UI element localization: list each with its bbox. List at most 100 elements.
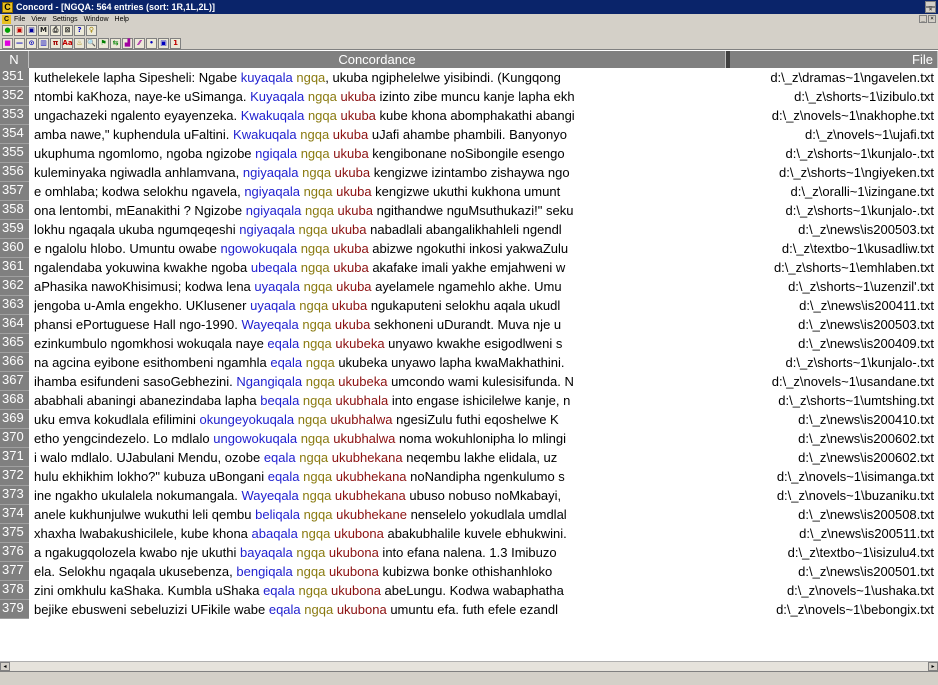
menu-file[interactable]: File <box>14 16 25 23</box>
pi-icon[interactable]: π <box>50 37 61 49</box>
table-row[interactable]: 379 bejike ebusweni sebeluzizi UFikile wa… <box>0 600 938 619</box>
table-row[interactable]: 366 na agcina eyibone esithombeni ngamhla… <box>0 353 938 372</box>
table-row[interactable]: 364 phansi ePortuguese Hall ngo-1990. Wa… <box>0 315 938 334</box>
table-row[interactable]: 362 aPhasika nawoKhisimusi; kodwa lena u… <box>0 277 938 296</box>
table-row[interactable]: 373 ine ngakho ukulalela nokumangala. Way… <box>0 486 938 505</box>
concordance-line[interactable]: kuthelekele lapha Sipesheli: Ngabe kuyaq… <box>34 68 724 87</box>
column-header-concordance[interactable]: Concordance <box>29 51 726 68</box>
chart-icon[interactable]: ▟ <box>122 37 133 49</box>
file-cell[interactable]: d:\_z\novels~1\nakhophe.txt <box>730 106 938 125</box>
file-cell[interactable]: d:\_z\novels~1\buzaniku.txt <box>730 486 938 505</box>
concordance-line[interactable]: na agcina eyibone esithombeni ngamhla eq… <box>34 353 724 372</box>
mail-icon[interactable]: M <box>38 25 49 36</box>
close-button[interactable]: × <box>925 7 936 13</box>
target-icon[interactable]: ⊙ <box>26 37 37 49</box>
file-cell[interactable]: d:\_z\shorts~1\ngiyeken.txt <box>730 163 938 182</box>
tip-icon[interactable]: ♀ <box>86 25 97 36</box>
search-icon[interactable]: 🔍 <box>86 37 97 49</box>
table-row[interactable]: 372 hulu ekhikhim lokho?" kubuza uBongani… <box>0 467 938 486</box>
disk-icon[interactable]: ▣ <box>26 25 37 36</box>
plot-icon[interactable]: ⁄⁄ <box>134 37 145 49</box>
concordance-line[interactable]: a ngakugqolozela kwabo nje ukuthi bayaqa… <box>34 543 724 562</box>
preview-icon[interactable]: ⊠ <box>62 25 73 36</box>
concordance-line[interactable]: i walo mdlalo. UJabulani Mendu, ozobe eq… <box>34 448 724 467</box>
file-cell[interactable]: d:\_z\news\is200409.txt <box>730 334 938 353</box>
scroll-right-icon[interactable]: ▸ <box>928 662 938 671</box>
concordance-line[interactable]: e ngalolu hlobo. Umuntu owabe ngowokuqal… <box>34 239 724 258</box>
table-row[interactable]: 368 ababhali abaningi abanezindaba lapha … <box>0 391 938 410</box>
table-row[interactable]: 365 ezinkumbulo ngomkhosi wokuqala naye e… <box>0 334 938 353</box>
file-cell[interactable]: d:\_z\shorts~1\umtshing.txt <box>730 391 938 410</box>
concordance-line[interactable]: e omhlaba; kodwa selokhu ngavela, ngiyaq… <box>34 182 724 201</box>
menu-window[interactable]: Window <box>84 16 109 23</box>
concordance-line[interactable]: bejike ebusweni sebeluzizi UFikile wabe … <box>34 600 724 619</box>
concordance-line[interactable]: amba nawe," kuphendula uFaltini. Kwakuqa… <box>34 125 724 144</box>
concordance-line[interactable]: phansi ePortuguese Hall ngo-1990. Wayeqa… <box>34 315 724 334</box>
file-cell[interactable]: d:\_z\news\is200411.txt <box>730 296 938 315</box>
concordance-line[interactable]: ngalendaba yokuwina kwakhe ngoba ubeqala… <box>34 258 724 277</box>
table-row[interactable]: 351 kuthelekele lapha Sipesheli: Ngabe ku… <box>0 68 938 87</box>
flag-icon[interactable]: ⚑ <box>98 37 109 49</box>
table-row[interactable]: 354 amba nawe," kuphendula uFaltini. Kwak… <box>0 125 938 144</box>
menu-settings[interactable]: Settings <box>52 16 77 23</box>
dot-icon[interactable]: • <box>146 37 157 49</box>
file-cell[interactable]: d:\_z\news\is200501.txt <box>730 562 938 581</box>
mdi-minimize-button[interactable]: _ <box>919 15 927 23</box>
concordance-line[interactable]: zini omkhulu kaShaka. Kumbla uShaka eqal… <box>34 581 724 600</box>
file-cell[interactable]: d:\_z\novels~1\ujafi.txt <box>730 125 938 144</box>
table-row[interactable]: 374 anele kukhunjulwe wukuthi leli qembu … <box>0 505 938 524</box>
file-cell[interactable]: d:\_z\shorts~1\kunjalo-.txt <box>730 144 938 163</box>
file-cell[interactable]: d:\_z\news\is200602.txt <box>730 429 938 448</box>
concord-app-icon[interactable]: C <box>2 1 13 13</box>
file-cell[interactable]: d:\_z\novels~1\isimanga.txt <box>730 467 938 486</box>
sort-icon[interactable]: ♨ <box>74 37 85 49</box>
file-cell[interactable]: d:\_z\news\is200602.txt <box>730 448 938 467</box>
file-cell[interactable]: d:\_z\novels~1\bebongix.txt <box>730 600 938 619</box>
table-row[interactable]: 353 ungachazeki ngalento eyayenzeka. Kwak… <box>0 106 938 125</box>
concordance-line[interactable]: ukuphuma ngomlomo, ngoba ngizobe ngiqala… <box>34 144 724 163</box>
print-icon[interactable]: ⎙ <box>50 25 61 36</box>
concordance-line[interactable]: ababhali abaningi abanezindaba lapha beq… <box>34 391 724 410</box>
file-cell[interactable]: d:\_z\shorts~1\izibulo.txt <box>730 87 938 106</box>
table-row[interactable]: 361 ngalendaba yokuwina kwakhe ngoba ube… <box>0 258 938 277</box>
table-row[interactable]: 363 jengoba u-Amla engekho. UKlusener uya… <box>0 296 938 315</box>
file-cell[interactable]: d:\_z\news\is200508.txt <box>730 505 938 524</box>
table-row[interactable]: 370 etho yengcindezelo. Lo mdlalo ungowok… <box>0 429 938 448</box>
concordance-line[interactable]: hulu ekhikhim lokho?" kubuza uBongani eq… <box>34 467 724 486</box>
scroll-left-icon[interactable]: ◂ <box>0 662 10 671</box>
column-header-file[interactable]: File <box>730 51 938 68</box>
table-row[interactable]: 375 xhaxha lwabakushicilele, kube khona … <box>0 524 938 543</box>
menu-help[interactable]: Help <box>115 16 129 23</box>
concordance-line[interactable]: xhaxha lwabakushicilele, kube khona abaq… <box>34 524 724 543</box>
concordance-line[interactable]: ezinkumbulo ngomkhosi wokuqala naye eqal… <box>34 334 724 353</box>
save-icon[interactable]: ▣ <box>14 25 25 36</box>
color-icon[interactable]: ■ <box>2 37 13 49</box>
file-cell[interactable]: d:\_z\dramas~1\ngavelen.txt <box>730 68 938 87</box>
table-row[interactable]: 371 i walo mdlalo. UJabulani Mendu, ozob… <box>0 448 938 467</box>
file-cell[interactable]: d:\_z\shorts~1\emhlaben.txt <box>730 258 938 277</box>
file-cell[interactable]: d:\_z\oralli~1\izingane.txt <box>730 182 938 201</box>
stop-icon[interactable]: ● <box>2 25 13 36</box>
table-row[interactable]: 378 zini omkhulu kaShaka. Kumbla uShaka … <box>0 581 938 600</box>
table-row[interactable]: 376 a ngakugqolozela kwabo nje ukuthi ba… <box>0 543 938 562</box>
table-row[interactable]: 358 ona lentombi, mEanakithi ? Ngizobe ng… <box>0 201 938 220</box>
file-cell[interactable]: d:\_z\shorts~1\kunjalo-.txt <box>730 353 938 372</box>
concordance-grid[interactable]: N Concordance File 351 kuthelekele lapha … <box>0 51 938 675</box>
mdi-close-button[interactable]: × <box>928 15 936 23</box>
file-cell[interactable]: d:\_z\news\is200410.txt <box>730 410 938 429</box>
file-cell[interactable]: d:\_z\textbo~1\kusadliw.txt <box>730 239 938 258</box>
concordance-line[interactable]: kuleminyaka ngiwadla anhlamvana, ngiyaqa… <box>34 163 724 182</box>
file-cell[interactable]: d:\_z\news\is200503.txt <box>730 220 938 239</box>
table-row[interactable]: 359 lokhu ngaqala ukuba ngumqeqeshi ngiy… <box>0 220 938 239</box>
file-cell[interactable]: d:\_z\novels~1\ushaka.txt <box>730 581 938 600</box>
table-row[interactable]: 357 e omhlaba; kodwa selokhu ngavela, ngi… <box>0 182 938 201</box>
aa-icon[interactable]: Aa <box>62 37 73 49</box>
table-row[interactable]: 352 ntombi kaKhoza, naye-ke uSimanga. Kuy… <box>0 87 938 106</box>
concordance-line[interactable]: anele kukhunjulwe wukuthi leli qembu bel… <box>34 505 724 524</box>
file-cell[interactable]: d:\_z\news\is200503.txt <box>730 315 938 334</box>
arrows-icon[interactable]: ⇆ <box>110 37 121 49</box>
concordance-line[interactable]: ona lentombi, mEanakithi ? Ngizobe ngiya… <box>34 201 724 220</box>
file-cell[interactable]: d:\_z\novels~1\usandane.txt <box>730 372 938 391</box>
table-row[interactable]: 355 ukuphuma ngomlomo, ngoba ngizobe ngi… <box>0 144 938 163</box>
document-icon[interactable]: C <box>2 14 11 24</box>
